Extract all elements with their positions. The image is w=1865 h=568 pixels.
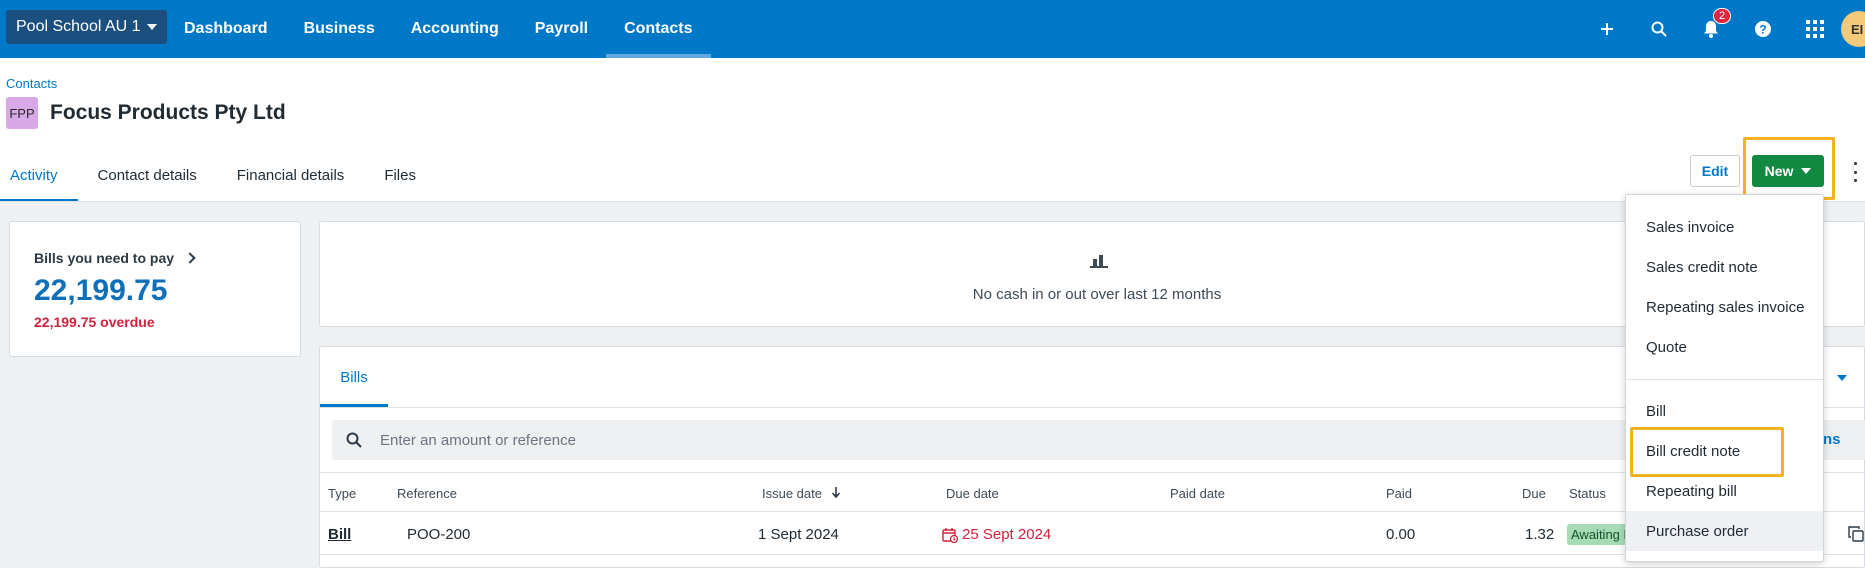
chevron-down-icon [146,24,157,30]
search-icon[interactable] [1633,0,1685,58]
row-due-date: 25 Sept 2024 [942,526,1051,543]
header-issue-date-label: Issue date [762,486,822,501]
tab-financial-details[interactable]: Financial details [217,148,365,202]
header-due[interactable]: Due [1522,486,1546,501]
tab-activity[interactable]: Activity [0,148,78,202]
menu-item-quote[interactable]: Quote [1626,327,1823,367]
top-icons: 2 ? EI [1581,0,1865,58]
bar-chart-icon [1090,255,1108,268]
new-dropdown-menu: Sales invoice Sales credit note Repeatin… [1625,194,1824,562]
nav-payroll[interactable]: Payroll [517,0,606,58]
tab-files[interactable]: Files [364,148,436,202]
header-reference[interactable]: Reference [397,486,457,501]
header-type[interactable]: Type [328,486,356,501]
notification-badge: 2 [1713,8,1732,24]
main-nav: Dashboard Business Accounting Payroll Co… [166,0,711,58]
menu-item-sales-credit-note[interactable]: Sales credit note [1626,247,1823,287]
nav-contacts[interactable]: Contacts [606,0,711,58]
menu-divider [1626,379,1823,380]
more-options-icon[interactable] [1852,162,1858,182]
menu-item-repeating-sales-invoice[interactable]: Repeating sales invoice [1626,287,1823,327]
edit-button[interactable]: Edit [1690,155,1740,187]
organisation-name: Pool School AU 1 [16,18,141,35]
notifications-bell-icon[interactable]: 2 [1685,0,1737,58]
nav-accounting[interactable]: Accounting [393,0,517,58]
nav-business[interactable]: Business [286,0,393,58]
status-badge: Awaiting P [1567,524,1627,545]
user-avatar[interactable]: EI [1841,11,1865,47]
tab-bills[interactable]: Bills [320,347,388,407]
chevron-right-icon [184,252,196,264]
contact-avatar: FPP [6,97,38,129]
add-icon[interactable] [1581,0,1633,58]
bills-to-pay-amount: 22,199.75 [34,274,168,307]
row-paid: 0.00 [1386,526,1416,543]
copy-icon[interactable] [1848,526,1864,542]
nav-dashboard[interactable]: Dashboard [166,0,286,58]
header-issue-date[interactable]: Issue date [762,486,840,501]
overdue-calendar-icon [942,527,958,543]
chevron-down-icon[interactable] [1837,375,1847,381]
top-navigation-bar: Pool School AU 1 Dashboard Business Acco… [0,0,1865,58]
row-due-date-value: 25 Sept 2024 [962,526,1052,543]
help-icon[interactable]: ? [1737,0,1789,58]
menu-item-repeating-bill[interactable]: Repeating bill [1626,471,1823,511]
svg-text:?: ? [1759,23,1766,37]
apps-grid-icon[interactable] [1789,0,1841,58]
menu-item-purchase-order[interactable]: Purchase order [1626,511,1823,551]
bills-overdue-amount: 22,199.75 overdue [34,314,155,330]
columns-link[interactable]: ns [1823,431,1841,448]
menu-item-sales-invoice[interactable]: Sales invoice [1626,207,1823,247]
sort-down-icon [831,487,840,498]
new-button-highlight [1743,137,1835,200]
bills-to-pay-card[interactable]: Bills you need to pay 22,199.75 22,199.7… [9,221,301,357]
header-paid-date[interactable]: Paid date [1170,486,1225,501]
breadcrumb[interactable]: Contacts [6,76,57,91]
tab-contact-details[interactable]: Contact details [78,148,217,202]
contact-tabs: Activity Contact details Financial detai… [0,148,436,202]
bills-to-pay-label: Bills you need to pay [34,250,175,266]
header-status[interactable]: Status [1569,486,1606,501]
search-input[interactable] [380,420,1280,460]
menu-item-bill[interactable]: Bill [1626,391,1823,431]
organisation-switcher[interactable]: Pool School AU 1 [6,10,167,44]
bill-credit-note-highlight [1630,427,1784,477]
page-title: Focus Products Pty Ltd [50,101,286,124]
row-issue-date: 1 Sept 2024 [758,526,839,543]
row-due: 1.32 [1525,526,1555,543]
bills-to-pay-title: Bills you need to pay [34,250,196,266]
search-icon [346,432,362,448]
header-paid[interactable]: Paid [1386,486,1412,501]
header-due-date[interactable]: Due date [946,486,999,501]
row-reference: POO-200 [407,526,471,543]
row-type-link[interactable]: Bill [328,526,351,543]
